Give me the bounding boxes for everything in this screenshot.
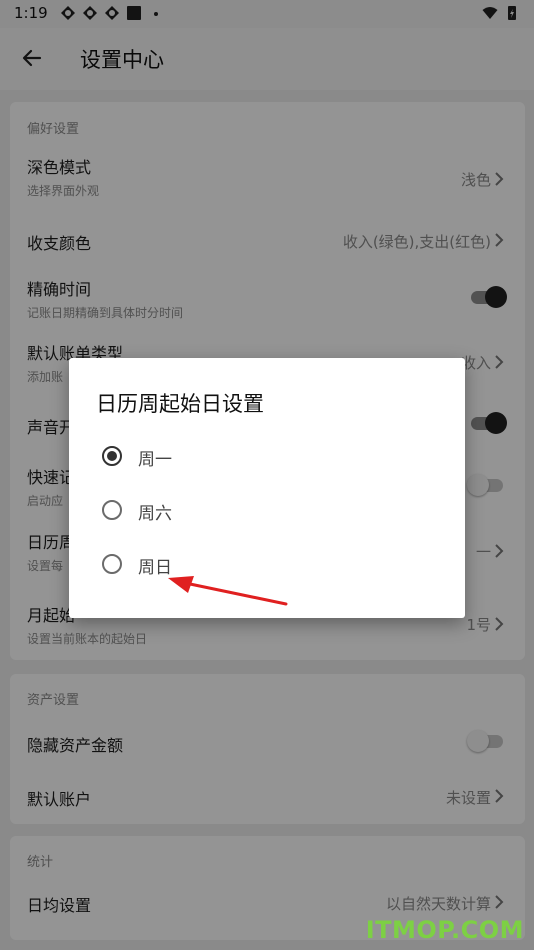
option-label: 周六 xyxy=(138,504,172,524)
annotation-arrow-icon xyxy=(168,576,288,606)
radio-button-selected[interactable] xyxy=(102,446,122,466)
radio-button[interactable] xyxy=(102,500,122,520)
option-label: 周一 xyxy=(138,450,172,470)
dialog-title: 日历周起始日设置 xyxy=(96,392,264,416)
radio-option-saturday[interactable]: 周六 xyxy=(99,492,429,532)
radio-button[interactable] xyxy=(102,554,122,574)
watermark-logo: ITMOP.COM xyxy=(365,916,524,944)
radio-option-monday[interactable]: 周一 xyxy=(99,438,429,478)
